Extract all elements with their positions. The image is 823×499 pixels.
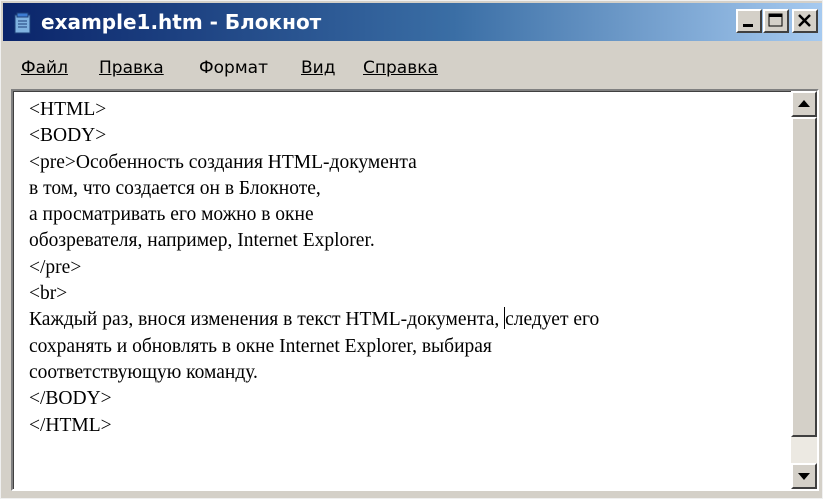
menu-help[interactable]: Справка	[363, 57, 438, 79]
editor-line: </HTML>	[29, 414, 112, 436]
editor-text[interactable]: <HTML> <BODY> <pre>Особенность создания HT…	[29, 97, 799, 439]
close-button[interactable]	[792, 9, 818, 33]
editor-line: а просматривать его можно в окне	[29, 204, 314, 226]
editor-line: обозревателя, например, Internet Explore…	[29, 230, 375, 252]
maximize-button[interactable]	[763, 9, 789, 33]
notepad-window: example1.htm - Блокнот Файл Правка Форма…	[0, 0, 823, 499]
scrollbar-thumb[interactable]	[791, 117, 817, 437]
editor-line: соответствующую команду.	[29, 361, 258, 383]
vertical-scrollbar[interactable]	[791, 91, 817, 489]
arrow-up-icon	[798, 100, 810, 107]
close-icon	[798, 14, 811, 27]
editor-line: <br>	[29, 283, 68, 305]
scroll-down-button[interactable]	[791, 463, 817, 489]
menu-view[interactable]: Вид	[301, 57, 335, 79]
title-bar[interactable]: example1.htm - Блокнот	[3, 3, 822, 41]
arrow-down-icon	[798, 473, 810, 480]
editor-line: </BODY>	[29, 388, 112, 410]
minimize-button[interactable]	[736, 9, 762, 33]
editor-line: <pre>Особенность создания HTML-документа	[29, 151, 417, 173]
text-editor[interactable]: <HTML> <BODY> <pre>Особенность создания HT…	[11, 89, 819, 491]
editor-line: в том, что создается он в Блокноте,	[29, 177, 321, 199]
editor-line: сохранять и обновлять в окне Internet Ex…	[29, 335, 492, 357]
scroll-up-button[interactable]	[791, 91, 817, 117]
menu-format[interactable]: Формат	[199, 57, 268, 79]
minimize-icon	[743, 24, 753, 27]
menu-bar: Файл Правка Формат Вид Справка	[3, 53, 822, 83]
maximize-icon	[768, 13, 783, 27]
window-title: example1.htm - Блокнот	[41, 10, 322, 34]
notepad-icon[interactable]	[13, 12, 33, 34]
editor-line: Каждый раз, внося изменения в текст HTML…	[29, 307, 600, 331]
editor-line: </pre>	[29, 256, 82, 278]
editor-line: <BODY>	[29, 125, 107, 147]
menu-file[interactable]: Файл	[21, 57, 68, 79]
editor-line: <HTML>	[29, 99, 107, 120]
menu-edit[interactable]: Правка	[99, 57, 164, 79]
